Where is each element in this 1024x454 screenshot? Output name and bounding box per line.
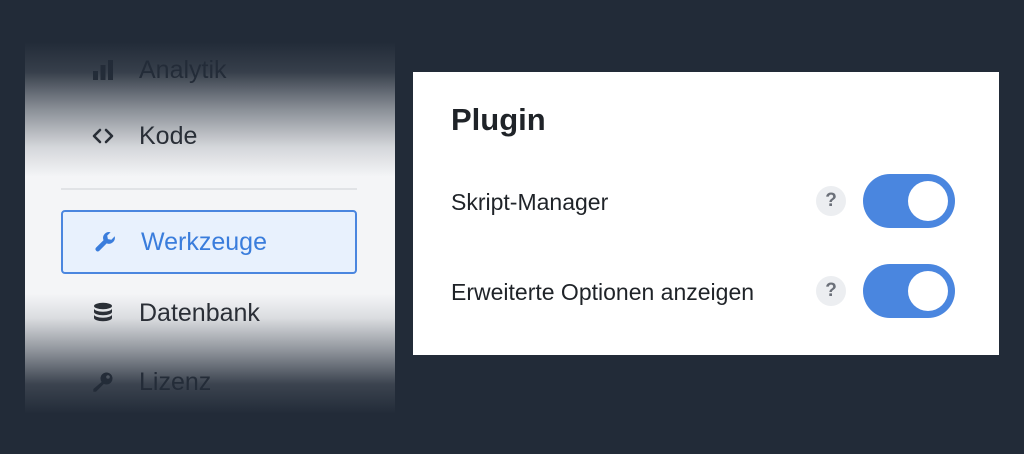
setting-row-skript-manager: Skript-Manager ?	[451, 174, 955, 228]
panel-title: Plugin	[451, 102, 546, 137]
erweiterte-optionen-toggle[interactable]	[863, 264, 955, 318]
help-icon[interactable]: ?	[816, 276, 846, 306]
toggle-knob	[908, 271, 948, 311]
sidebar-item-label: Datenbank	[139, 298, 260, 327]
sidebar-item-analytik[interactable]: Analytik	[61, 42, 357, 102]
sidebar-item-lizenz[interactable]: Lizenz	[61, 350, 357, 414]
help-icon[interactable]: ?	[816, 186, 846, 216]
plugin-settings-panel: Plugin Skript-Manager ? Erweiterte Optio…	[413, 72, 999, 355]
sidebar-item-label: Lizenz	[139, 367, 212, 396]
skript-manager-toggle[interactable]	[863, 174, 955, 228]
sidebar-item-label: Kode	[139, 121, 198, 150]
sidebar: Analytik Kode Werkzeuge Datenbank Lizenz	[25, 42, 395, 414]
database-icon	[91, 301, 115, 325]
setting-label: Skript-Manager	[451, 189, 609, 215]
sidebar-item-kode[interactable]: Kode	[61, 104, 357, 168]
toggle-knob	[908, 181, 948, 221]
code-icon	[91, 124, 115, 148]
sidebar-item-datenbank[interactable]: Datenbank	[61, 281, 357, 345]
wrench-icon	[93, 230, 117, 254]
sidebar-item-label: Analytik	[139, 55, 227, 84]
setting-row-erweiterte-optionen: Erweiterte Optionen anzeigen ?	[451, 264, 955, 318]
sidebar-divider	[61, 188, 357, 190]
sidebar-item-label: Werkzeuge	[141, 227, 267, 256]
bar-chart-icon	[91, 58, 115, 82]
setting-label: Erweiterte Optionen anzeigen	[451, 279, 755, 305]
sidebar-item-werkzeuge[interactable]: Werkzeuge	[61, 210, 357, 274]
key-icon	[91, 370, 115, 394]
